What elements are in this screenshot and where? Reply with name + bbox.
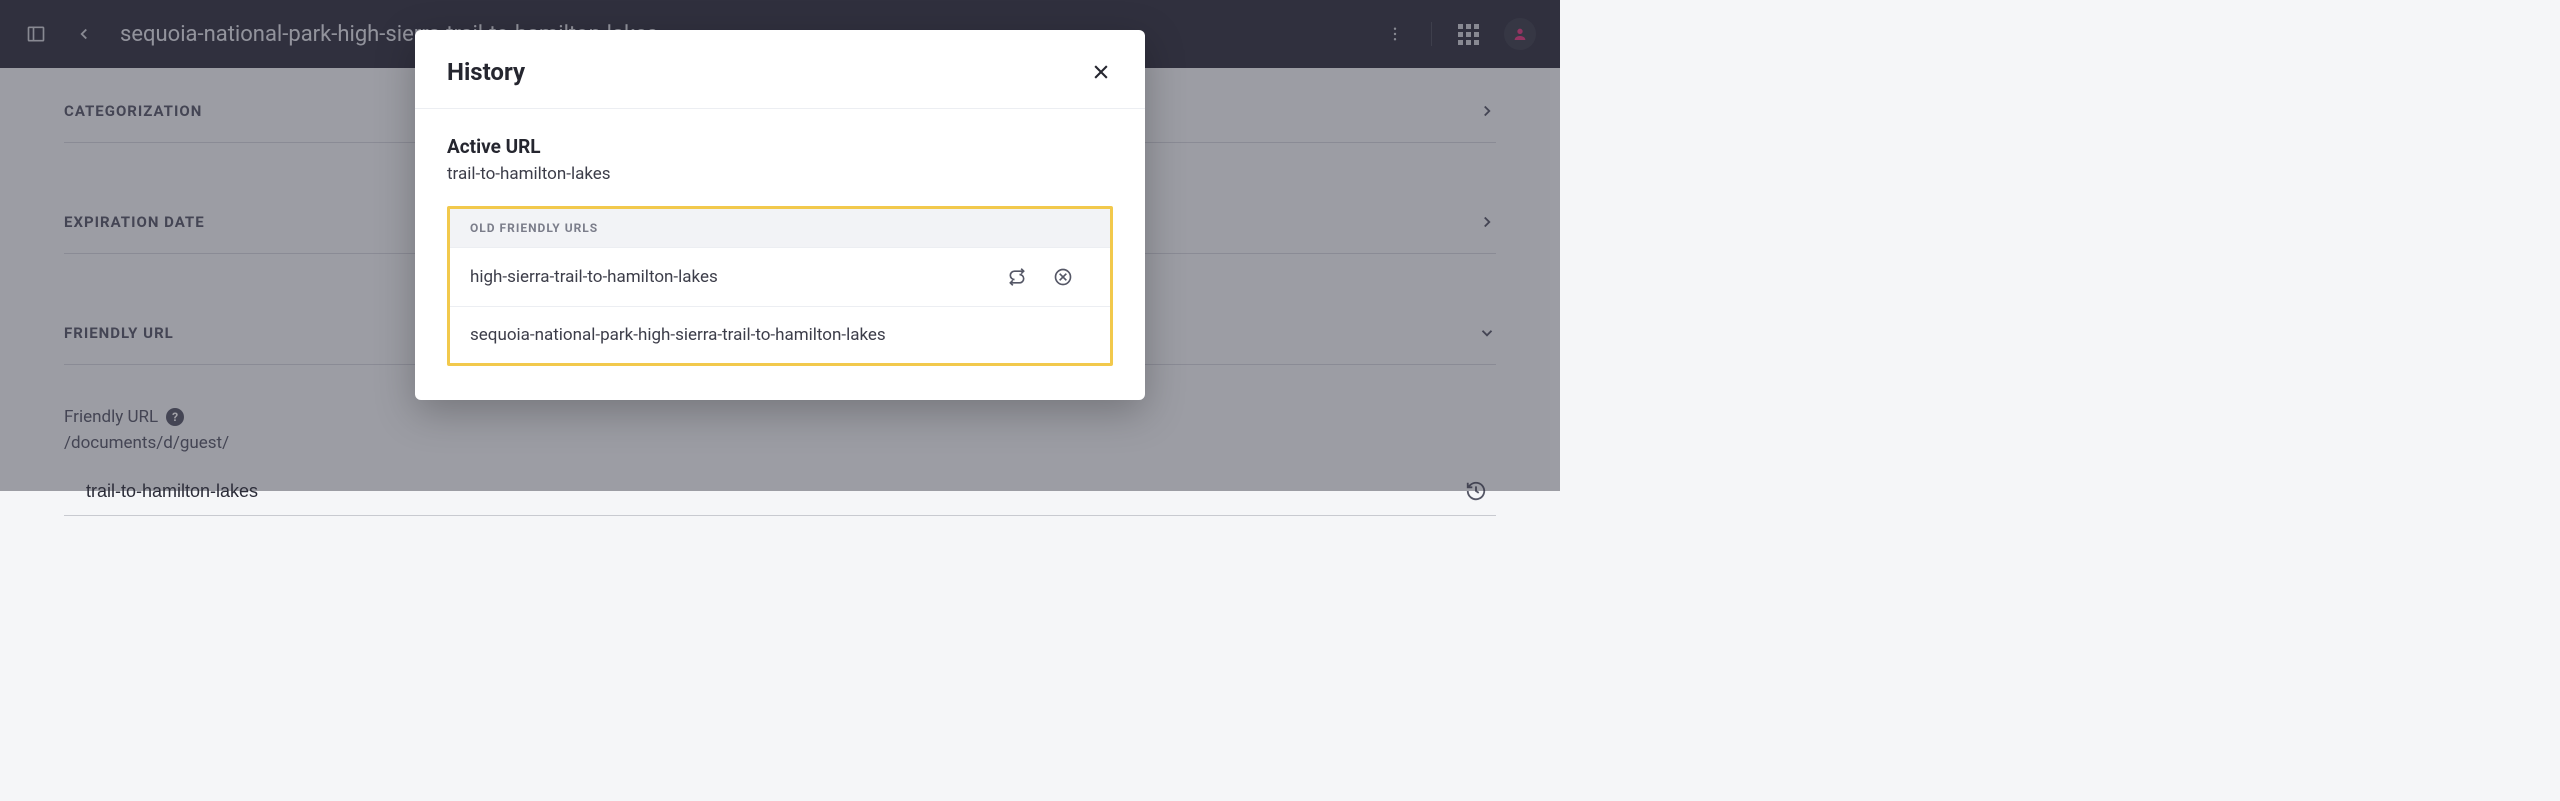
remove-icon[interactable] <box>1052 266 1074 288</box>
history-modal: History Active URL trail-to-hamilton-lak… <box>415 30 1145 400</box>
active-url-value: trail-to-hamilton-lakes <box>447 164 1113 184</box>
restore-icon[interactable] <box>1006 266 1028 288</box>
old-url-text: high-sierra-trail-to-hamilton-lakes <box>470 267 1006 287</box>
close-icon[interactable] <box>1089 60 1113 84</box>
old-urls-header: OLD FRIENDLY URLS <box>450 209 1110 247</box>
old-url-row: high-sierra-trail-to-hamilton-lakes <box>450 247 1110 306</box>
active-url-label: Active URL <box>447 135 1113 158</box>
old-url-row: sequoia-national-park-high-sierra-trail-… <box>450 306 1110 363</box>
old-urls-box: OLD FRIENDLY URLS high-sierra-trail-to-h… <box>447 206 1113 366</box>
old-url-text: sequoia-national-park-high-sierra-trail-… <box>470 325 1090 345</box>
modal-title: History <box>447 58 525 86</box>
